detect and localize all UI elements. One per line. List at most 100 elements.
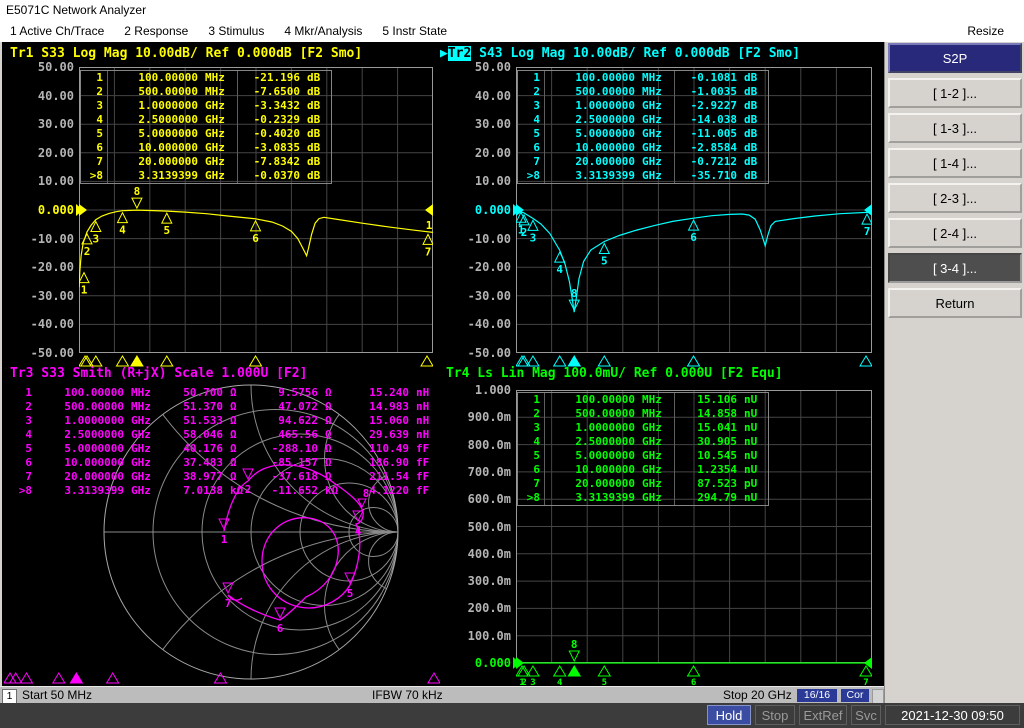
marker-label: 3: [93, 233, 100, 246]
marker-icon: [598, 242, 611, 254]
ifbw-value: IFBW 70 kHz: [372, 688, 443, 702]
marker-table-cell: 211.54: [369, 470, 409, 483]
marker-table-row: 4 2.5000000 GHz 58.046 Ω 465.56 Ω 29.639 nH: [10, 428, 442, 442]
softkey-return[interactable]: Return: [888, 288, 1022, 318]
tr1-marker-table: 1 100.00000 MHz -21.196 dB 2 500.00000 MHz -7.65…: [80, 70, 332, 184]
menu-item-2[interactable]: 2 Response: [114, 21, 198, 42]
marker-table-cell: 500.00000: [138, 85, 198, 98]
marker-table-cell: 3: [518, 99, 545, 113]
softkey-s2p[interactable]: S2P: [888, 43, 1022, 73]
marker-label: 5: [347, 587, 354, 600]
marker-table-cell: Ω: [230, 414, 237, 427]
marker-table-cell: dB: [307, 127, 321, 140]
stimulus-marker-icon: [3, 672, 17, 684]
resize-control[interactable]: Resize: [957, 21, 1014, 42]
softkey-1-4[interactable]: [ 1-4 ]...: [888, 148, 1022, 178]
marker-label: 6: [277, 622, 284, 635]
marker-table-cell: Ω: [230, 428, 237, 441]
hold-indicator[interactable]: Hold: [707, 705, 751, 725]
marker-label: 5: [602, 678, 607, 686]
marker-table-cell: nU: [744, 421, 758, 434]
marker-label: 8: [134, 185, 141, 198]
marker-table-cell: dB: [307, 113, 321, 126]
marker-label: 4: [557, 678, 563, 686]
marker-table-cell: 58.046: [183, 428, 223, 441]
menu-item-1[interactable]: 1 Active Ch/Trace: [0, 21, 114, 42]
marker-table-cell: Ω: [325, 400, 332, 413]
marker-table-cell: 7.0138: [183, 484, 223, 497]
marker-table-cell: nU: [744, 435, 758, 448]
marker-table-cell: 100.00000: [138, 71, 198, 84]
marker-table-cell: 100.00000: [64, 386, 124, 399]
marker-table-cell: dB: [307, 71, 321, 84]
marker-table-row: 5 5.0000000 GHz -0.4020 dB: [81, 127, 331, 141]
marker-table-cell: nU: [744, 463, 758, 476]
marker-label: 1: [81, 284, 88, 297]
marker-table-cell: >8: [18, 484, 32, 497]
marker-table-cell: 3.3139399: [575, 491, 635, 504]
stimulus-marker-icon: [19, 672, 34, 684]
marker-table-cell: 2: [81, 85, 108, 99]
marker-table-row: 4 2.5000000 GHz 30.905 nU: [518, 435, 768, 449]
marker-table-cell: nU: [744, 491, 758, 504]
softkey-2-3[interactable]: [ 2-3 ]...: [888, 183, 1022, 213]
menu-item-4[interactable]: 4 Mkr/Analysis: [274, 21, 372, 42]
menu-bar: 1 Active Ch/Trace 2 Response 3 Stimulus 4 M…: [0, 21, 1024, 42]
marker-table-cell: 1.2354: [697, 463, 737, 476]
marker-table-cell: 465.56: [278, 428, 318, 441]
marker-table-row: 2 500.00000 MHz 51.370 Ω 47.072 Ω 14.983 nH: [10, 400, 442, 414]
trace2-header[interactable]: ▶Tr2 S43 Log Mag 10.00dB/ Ref 0.000dB [F…: [440, 46, 800, 61]
marker-icon: [218, 518, 230, 531]
tr4-y-axis: 1.000 900.0m 800.0m 700.0m 600.0m 500.0m 400.0…: [459, 383, 520, 670]
marker-table-row: 3 1.0000000 GHz -2.9227 dB: [518, 99, 768, 113]
marker-table-cell: >8: [518, 491, 545, 505]
active-trace-arrow-icon: ▶: [440, 46, 448, 61]
marker-table-cell: dB: [744, 113, 758, 126]
stimulus-marker-icon: [427, 672, 441, 684]
marker-table-row: 1 100.00000 MHz 15.106 nU: [518, 393, 768, 407]
marker-table-cell: 294.79: [697, 491, 737, 504]
stimulus-marker-icon: [8, 672, 23, 684]
marker-table-cell: 9.5756: [278, 386, 318, 399]
marker-table-cell: Ω: [230, 456, 237, 469]
softkey-1-3[interactable]: [ 1-3 ]...: [888, 113, 1022, 143]
marker-table-row: 6 10.000000 GHz -2.8584 dB: [518, 141, 768, 155]
marker-table-cell: dB: [307, 141, 321, 154]
stimulus-marker-icon: [69, 672, 84, 684]
marker-label: 6: [691, 678, 696, 686]
stimulus-marker-icon: [130, 355, 144, 367]
softkey-1-2[interactable]: [ 1-2 ]...: [888, 78, 1022, 108]
marker-table-cell: 100.00000: [575, 71, 635, 84]
softkey-2-4[interactable]: [ 2-4 ]...: [888, 218, 1022, 248]
marker-table-cell: -35.710: [690, 169, 737, 182]
active-trace-name: Tr2: [447, 46, 472, 61]
marker-table-cell: MHz: [639, 85, 675, 99]
menu-item-5[interactable]: 5 Instr State: [372, 21, 457, 42]
softkey-3-4[interactable]: [ 3-4 ]...: [888, 253, 1022, 283]
marker-table-cell: 3.3139399: [138, 169, 198, 182]
marker-table-cell: 110.49: [369, 442, 409, 455]
marker-table-cell: 1.0000000: [575, 99, 635, 112]
marker-table-row: 3 1.0000000 GHz -3.3432 dB: [81, 99, 331, 113]
marker-table-cell: 500.00000: [575, 85, 635, 98]
marker-table-cell: GHz: [131, 484, 151, 497]
marker-table-cell: 6: [81, 141, 108, 155]
stimulus-marker-icon: [51, 672, 66, 684]
active-marker-icon: [568, 650, 581, 663]
marker-table-cell: -14.038: [690, 113, 737, 126]
y-tick-label: 0.000: [474, 203, 511, 217]
menu-item-3[interactable]: 3 Stimulus: [198, 21, 274, 42]
y-tick-label: 200.0m: [467, 601, 511, 616]
y-tick-label: 800.0m: [467, 437, 511, 452]
trace3-header[interactable]: Tr3 S33 Smith (R+jX) Scale 1.000U [F2]: [10, 366, 307, 381]
marker-table-cell: MHz: [639, 393, 675, 407]
y-tick-label: 10.00: [474, 174, 511, 189]
marker-label: 7: [225, 597, 232, 610]
marker-table-cell: nH: [416, 400, 430, 413]
marker-table-cell: 1: [81, 71, 108, 85]
marker-table-row: 2 500.00000 MHz -7.6500 dB: [81, 85, 331, 99]
trace4-header[interactable]: Tr4 Ls Lin Mag 100.0mU/ Ref 0.000U [F2 E…: [446, 366, 783, 381]
trace1-header[interactable]: Tr1 S33 Log Mag 10.00dB/ Ref 0.000dB [F2…: [10, 46, 362, 61]
active-marker-icon: [357, 498, 367, 509]
marker-table-row: >8 3.3139399 GHz -0.0370 dB: [81, 169, 331, 183]
